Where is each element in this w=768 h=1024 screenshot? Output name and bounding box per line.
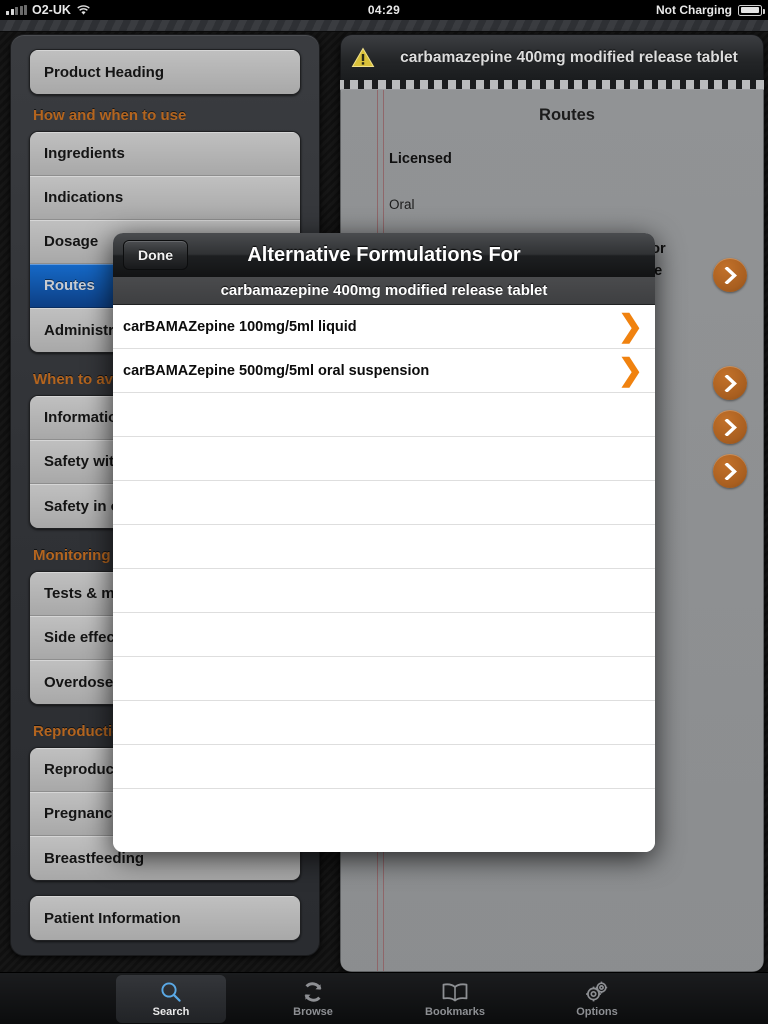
list-item [113,393,655,437]
warning-triangle-icon [351,47,375,68]
gears-icon [584,980,610,1004]
done-button[interactable]: Done [123,240,188,270]
tab-options[interactable]: Options [542,975,652,1023]
list-item-label: carBAMAZepine 500mg/5ml oral suspension [123,362,430,379]
sidebar-item-indications[interactable]: Indications [30,176,300,220]
sidebar-group-title: How and when to use [33,107,187,124]
refresh-circular-arrows-icon [301,980,325,1004]
sidebar-top-group: Product Heading [29,49,301,95]
sidebar-item-label: Product Heading [44,63,165,81]
list-item [113,745,655,789]
sidebar-bottom-group: Patient Information [29,895,301,941]
list-item [113,481,655,525]
notebook-spiral-binding [340,80,764,90]
app-root: O2-UK 04:29 Not Charging Product Heading… [0,0,768,1024]
chevron-right-icon[interactable]: ❯ [618,311,643,342]
list-item-label: carBAMAZepine 100mg/5ml liquid [123,318,357,335]
sidebar-item-label: Patient Information [44,909,181,927]
document-section-heading: Licensed [389,151,452,167]
battery-status-label: Not Charging [656,3,732,17]
list-item[interactable]: carBAMAZepine 500mg/5ml oral suspension … [113,349,655,393]
sidebar-item-label: Pregnancy [44,805,121,822]
document-title: Routes [539,106,595,124]
sidebar-item-label: Breastfeeding [44,849,145,867]
status-bar-right: Not Charging [656,3,765,17]
alternative-formulations-modal: Done Alternative Formulations For carbam… [113,233,655,852]
open-book-icon [441,980,469,1004]
sidebar-item-label: Dosage [44,233,99,250]
sidebar-item-label: Ingredients [44,145,125,162]
formulations-list[interactable]: carBAMAZepine 100mg/5ml liquid ❯ carBAMA… [113,305,655,852]
tab-search[interactable]: Search [116,974,226,1023]
window-top-edge [0,20,768,32]
sidebar-item-label: Indications [44,189,124,206]
modal-title: Alternative Formulations For [247,243,521,266]
sidebar-item-label: Routes [44,277,95,294]
list-item [113,569,655,613]
list-item[interactable]: carBAMAZepine 100mg/5ml liquid ❯ [113,305,655,349]
tab-bar: Search Browse Bookmarks Options [0,972,768,1024]
sidebar-item-product-heading[interactable]: Product Heading [30,50,300,94]
tab-browse[interactable]: Browse [258,975,368,1023]
tab-bookmarks[interactable]: Bookmarks [400,975,510,1023]
chevron-right-icon-button-1[interactable] [713,258,747,292]
content-header-title: carbamazepine 400mg modified release tab… [400,48,738,66]
tab-label: Search [152,1005,190,1018]
search-icon [160,980,182,1004]
tab-label: Bookmarks [425,1005,485,1018]
sidebar-item-patient-information[interactable]: Patient Information [30,896,300,940]
tab-label: Options [576,1005,618,1018]
list-item [113,789,655,833]
chevron-right-icon-button-4[interactable] [713,454,747,488]
clock-label: 04:29 [367,3,401,17]
modal-subtitle: carbamazepine 400mg modified release tab… [113,277,655,305]
content-header: carbamazepine 400mg modified release tab… [340,34,764,80]
document-route-value: Oral [389,197,415,212]
sidebar-item-label: Overdose [44,673,114,691]
list-item [113,525,655,569]
modal-title-bar: Done Alternative Formulations For [113,233,655,277]
chevron-right-icon[interactable]: ❯ [618,355,643,386]
chevron-right-icon-button-3[interactable] [713,410,747,444]
chevron-right-icon-button-2[interactable] [713,366,747,400]
status-bar: O2-UK 04:29 Not Charging [0,0,768,20]
list-item [113,657,655,701]
sidebar-item-label: Safety with [44,453,124,470]
battery-icon [738,4,765,16]
app-body: Product Heading How and when to use Ingr… [0,20,768,1024]
sidebar-item-ingredients[interactable]: Ingredients [30,132,300,176]
list-item [113,613,655,657]
tab-label: Browse [293,1005,333,1018]
list-item [113,701,655,745]
list-item [113,437,655,481]
